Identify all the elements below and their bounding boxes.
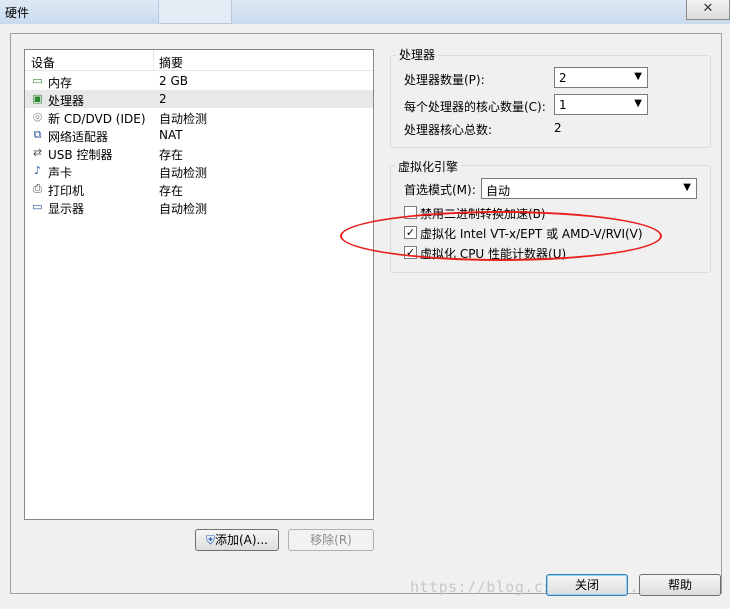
device-row-printer[interactable]: ⎙ 打印机 存在	[25, 180, 373, 198]
memory-icon: ▭	[32, 74, 43, 87]
column-separator[interactable]	[153, 50, 154, 70]
device-list[interactable]: 设备 摘要 ▭ 内存 2 GB ▣ 处理器 2 ◎ 新 CD/DVD (IDE)…	[24, 49, 374, 520]
printer-icon: ⎙	[33, 182, 42, 195]
chevron-down-icon: ▼	[634, 98, 642, 109]
window-title: 硬件	[5, 6, 30, 20]
disable-binary-translation-label[interactable]: 禁用二进制转换加速(B)	[420, 205, 546, 222]
disable-binary-translation-checkbox[interactable]	[404, 206, 417, 219]
device-summary: 自动检测	[159, 166, 208, 180]
title-bar: 硬件 ✕	[0, 0, 730, 24]
device-name: 网络适配器	[48, 130, 109, 144]
shield-icon: ⛨	[205, 533, 215, 547]
add-device-button[interactable]: ⛨添加(A)...	[195, 529, 279, 551]
device-summary: NAT	[159, 128, 183, 142]
device-row-cd-dvd[interactable]: ◎ 新 CD/DVD (IDE) 自动检测	[25, 108, 373, 126]
virtualization-engine-title: 虚拟化引擎	[395, 158, 462, 175]
device-row-network-adapter[interactable]: ⧉ 网络适配器 NAT	[25, 126, 373, 144]
device-summary: 自动检测	[159, 202, 208, 216]
device-summary: 2	[159, 92, 167, 106]
device-name: 显示器	[48, 202, 85, 216]
processor-group-title: 处理器	[396, 46, 439, 63]
cores-per-processor-select[interactable]: 1 ▼	[554, 94, 648, 115]
device-list-header: 设备 摘要	[25, 50, 373, 71]
device-name: 打印机	[48, 184, 85, 198]
cores-per-processor-value: 1	[559, 98, 567, 112]
device-name: 声卡	[48, 166, 73, 180]
device-name: 内存	[48, 76, 73, 90]
processor-icon: ▣	[32, 92, 43, 105]
help-button[interactable]: 帮助	[639, 574, 721, 596]
background-tab	[158, 0, 232, 24]
close-button[interactable]: 关闭	[546, 574, 628, 596]
column-header-device[interactable]: 设备	[31, 54, 55, 71]
virtualize-vtx-checkbox[interactable]: ✓	[404, 226, 417, 239]
processor-count-select[interactable]: 2 ▼	[554, 67, 648, 88]
device-row-display[interactable]: ▭ 显示器 自动检测	[25, 198, 373, 216]
total-cores-value: 2	[554, 121, 562, 135]
usb-icon: ⇄	[32, 146, 43, 159]
device-summary: 自动检测	[159, 112, 208, 126]
cores-per-processor-label: 每个处理器的核心数量(C):	[404, 100, 546, 114]
chevron-down-icon: ▼	[634, 71, 642, 82]
add-button-label: 添加(A)...	[214, 533, 269, 547]
network-adapter-icon: ⧉	[33, 128, 42, 141]
chevron-down-icon: ▼	[683, 182, 691, 193]
device-row-memory[interactable]: ▭ 内存 2 GB	[25, 72, 373, 90]
preferred-mode-select[interactable]: 自动 ▼	[481, 178, 697, 199]
device-row-usb[interactable]: ⇄ USB 控制器 存在	[25, 144, 373, 162]
processor-count-label: 处理器数量(P):	[404, 73, 485, 87]
cd-dvd-icon: ◎	[32, 110, 43, 123]
processor-count-value: 2	[559, 71, 567, 85]
device-summary: 存在	[159, 184, 184, 198]
display-icon: ▭	[32, 200, 43, 213]
device-name: 新 CD/DVD (IDE)	[48, 112, 146, 126]
device-name: 处理器	[48, 94, 85, 108]
device-summary: 2 GB	[159, 74, 188, 88]
preferred-mode-value: 自动	[486, 184, 511, 198]
device-name: USB 控制器	[48, 148, 113, 162]
window-close-button[interactable]: ✕	[686, 0, 730, 20]
preferred-mode-label: 首选模式(M):	[404, 183, 476, 197]
virtualize-cpu-counters-checkbox[interactable]: ✓	[404, 246, 417, 259]
column-header-summary[interactable]: 摘要	[159, 54, 183, 71]
device-row-sound-card[interactable]: ♪ 声卡 自动检测	[25, 162, 373, 180]
sound-card-icon: ♪	[33, 164, 42, 177]
remove-device-button[interactable]: 移除(R)	[288, 529, 374, 551]
total-cores-label: 处理器核心总数:	[404, 123, 493, 137]
device-summary: 存在	[159, 148, 184, 162]
virtualize-cpu-counters-label[interactable]: 虚拟化 CPU 性能计数器(U)	[420, 245, 566, 262]
virtualize-vtx-label[interactable]: 虚拟化 Intel VT-x/EPT 或 AMD-V/RVI(V)	[420, 225, 643, 242]
device-row-processor[interactable]: ▣ 处理器 2	[25, 90, 373, 108]
watermark-text: https://blog.csdn.net/..._40	[410, 578, 677, 596]
